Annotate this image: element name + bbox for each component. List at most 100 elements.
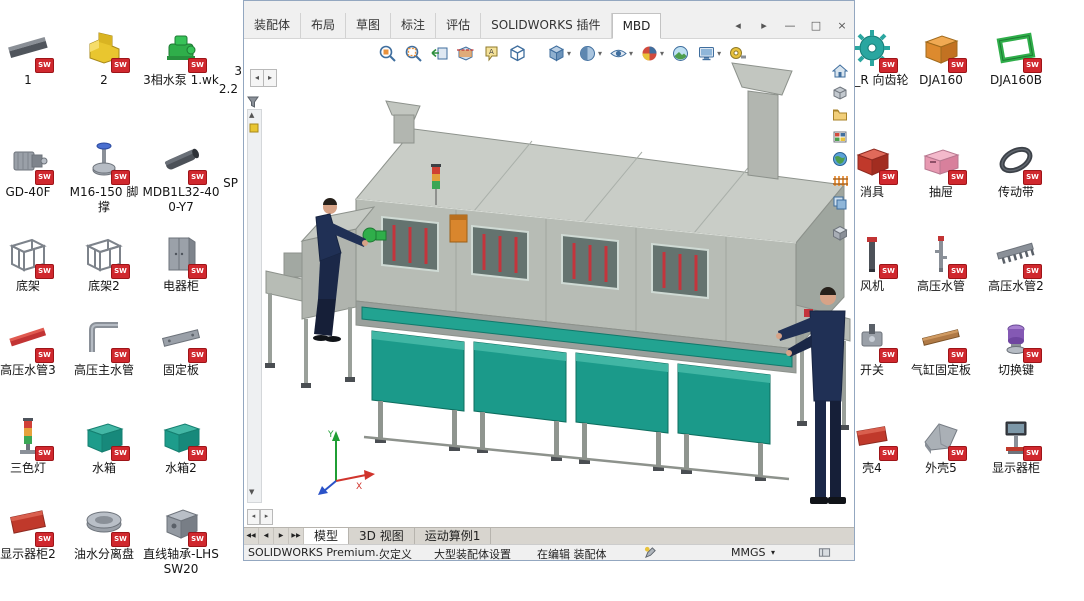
desktop-icon-M16-150 脚撑[interactable]: SWM16-150 脚撑 xyxy=(65,138,143,215)
view-cube-icon[interactable] xyxy=(832,225,848,241)
edit-appearance-button[interactable]: ▾ xyxy=(640,44,664,63)
desktop-icon-切换键[interactable]: SW切换键 xyxy=(977,316,1055,378)
status-units[interactable]: MMGS xyxy=(731,546,766,559)
desktop-icon-传动带[interactable]: SW传动带 xyxy=(977,138,1055,200)
nav-first-button[interactable]: ◀◀ xyxy=(244,528,259,544)
desktop-icon-3相水泵 1.wk[interactable]: SW3相水泵 1.wk xyxy=(142,26,220,88)
hide-show-items-button[interactable]: ▾ xyxy=(609,44,633,63)
tree-scroll-up-icon[interactable]: ▲ xyxy=(249,111,254,119)
restore-button[interactable]: □ xyxy=(809,19,823,32)
minimize-button[interactable]: — xyxy=(783,19,797,32)
vertical-pipe-icon: SW xyxy=(848,232,896,276)
desktop-icon-DJA160B[interactable]: SWDJA160B xyxy=(977,26,1055,88)
desktop-icon-底架2[interactable]: SW底架2 xyxy=(65,232,143,294)
tab-scroll-left-button[interactable]: ◂ xyxy=(731,19,745,32)
folder-icon[interactable] xyxy=(832,107,848,123)
desktop-icon-高压水管2[interactable]: SW高压水管2 xyxy=(977,232,1055,294)
zoom-to-area-button[interactable] xyxy=(404,44,423,63)
sheet-tab-3D 视图[interactable]: 3D 视图 xyxy=(349,528,415,544)
section-view-button[interactable] xyxy=(456,44,475,63)
pane-expand-right-icon[interactable]: ▸ xyxy=(263,69,277,87)
tab-MBD[interactable]: MBD xyxy=(612,13,662,39)
feature-tree-strip[interactable] xyxy=(247,109,262,503)
tab-布局[interactable]: 布局 xyxy=(301,13,346,38)
solidworks-badge: SW xyxy=(948,264,967,279)
machine-model xyxy=(265,63,850,481)
belt-loop-icon: SW xyxy=(992,138,1040,182)
zoom-to-fit-button[interactable] xyxy=(378,44,397,63)
nav-prev-button[interactable]: ◀ xyxy=(259,528,274,544)
view-orientation-button[interactable]: ▾ xyxy=(547,44,571,63)
gray-motor-icon: SW xyxy=(4,138,52,182)
nav-last-button[interactable]: ▶▶ xyxy=(289,528,304,544)
desktop-icon-显示器柜[interactable]: SW显示器柜 xyxy=(977,414,1055,476)
scene-globe-icon[interactable] xyxy=(832,151,848,167)
orange-box-icon: SW xyxy=(917,26,965,70)
desktop-icon-label: 固定板 xyxy=(142,363,220,378)
desktop-icon-水箱2[interactable]: SW水箱2 xyxy=(142,414,220,476)
sheet-tab-模型[interactable]: 模型 xyxy=(304,528,349,544)
selection-filter-icon[interactable] xyxy=(246,95,260,109)
display-pane-icon[interactable] xyxy=(818,546,832,559)
solidworks-badge: SW xyxy=(188,264,207,279)
desktop-icon-固定板[interactable]: SW固定板 xyxy=(142,316,220,378)
annotation-views-button[interactable]: A xyxy=(482,44,501,63)
units-dropdown-caret-icon[interactable]: ▾ xyxy=(771,548,775,557)
favorites-tag-icon[interactable] xyxy=(249,123,259,133)
solidworks-window: 装配体布局草图标注评估SOLIDWORKS 插件MBD ◂▸—□× xyxy=(243,0,855,561)
desktop-icon-外壳5[interactable]: SW外壳5 xyxy=(902,414,980,476)
desktop-icon-label: 显示器柜2 xyxy=(0,547,67,562)
tree-scroll-down-icon[interactable]: ▼ xyxy=(249,488,254,496)
tab-评估[interactable]: 评估 xyxy=(436,13,481,38)
tab-草图[interactable]: 草图 xyxy=(346,13,391,38)
tab-标注[interactable]: 标注 xyxy=(391,13,436,38)
close-button[interactable]: × xyxy=(835,19,849,32)
fence-icon[interactable] xyxy=(832,173,848,189)
desktop-icon-label: 1 xyxy=(0,73,67,88)
tape-measure-button[interactable] xyxy=(728,44,747,63)
nav-next-button[interactable]: ▶ xyxy=(274,528,289,544)
appearances-palette-icon[interactable] xyxy=(832,129,848,145)
desktop-icon-1[interactable]: SW1 xyxy=(0,26,67,88)
graphics-area[interactable]: Y X A▾▾▾▾▾ ◂▸▲▼◂▸ xyxy=(244,39,854,527)
display-style-button[interactable]: ▾ xyxy=(578,44,602,63)
desktop-icon-底架[interactable]: SW底架 xyxy=(0,232,67,294)
view-nav-right-icon[interactable]: ▸ xyxy=(260,509,273,525)
desktop-icon-显示器柜2[interactable]: SW显示器柜2 xyxy=(0,500,67,562)
gray-cabinet-icon: SW xyxy=(157,232,205,276)
desktop-icon-油水分离盘[interactable]: SW油水分离盘 xyxy=(65,500,143,562)
view-nav-left-icon[interactable]: ◂ xyxy=(247,509,260,525)
home-icon[interactable] xyxy=(832,63,848,79)
3d-drawing-view-button[interactable] xyxy=(508,44,527,63)
tab-scroll-right-button[interactable]: ▸ xyxy=(757,19,771,32)
pane-expand-left-icon[interactable]: ◂ xyxy=(250,69,264,87)
desktop-icon-2[interactable]: SW2 xyxy=(65,26,143,88)
desktop-icon-电器柜[interactable]: SW电器柜 xyxy=(142,232,220,294)
sheet-tab-运动算例1[interactable]: 运动算例1 xyxy=(415,528,492,544)
desktop-icon-气缸固定板[interactable]: SW气缸固定板 xyxy=(902,316,980,378)
desktop-icon-直线轴承-LHSSW20[interactable]: SW直线轴承-LHSSW20 xyxy=(142,500,220,577)
rebuild-alert-icon[interactable] xyxy=(644,546,658,559)
desktop-icon-label: 抽屉 xyxy=(902,185,980,200)
desktop-icon-水箱[interactable]: SW水箱 xyxy=(65,414,143,476)
dropdown-caret-icon: ▾ xyxy=(598,50,602,58)
desktop-icon-高压主水管[interactable]: SW高压主水管 xyxy=(65,316,143,378)
tricolor-light-icon: SW xyxy=(4,414,52,458)
desktop-icon-DJA160[interactable]: SWDJA160 xyxy=(902,26,980,88)
dropdown-caret-icon: ▾ xyxy=(717,50,721,58)
desktop-icon-GD-40F[interactable]: SWGD-40F xyxy=(0,138,67,200)
tab-装配体[interactable]: 装配体 xyxy=(244,13,301,38)
desktop-icon-三色灯[interactable]: SW三色灯 xyxy=(0,414,67,476)
apply-scene-button[interactable] xyxy=(671,44,690,63)
previous-view-button[interactable] xyxy=(430,44,449,63)
tab-SOLIDWORKS 插件[interactable]: SOLIDWORKS 插件 xyxy=(481,13,611,38)
view-settings-button[interactable]: ▾ xyxy=(697,44,721,63)
desktop-icon-高压水管3[interactable]: SW高压水管3 xyxy=(0,316,67,378)
assembly-3d-view[interactable]: Y X xyxy=(244,39,854,527)
desktop-icon-抽屉[interactable]: SW抽屉 xyxy=(902,138,980,200)
solidworks-badge: SW xyxy=(188,58,207,73)
window-titlebar[interactable] xyxy=(244,1,854,13)
desktop-icon-高压水管[interactable]: SW高压水管 xyxy=(902,232,980,294)
view-prism-icon[interactable] xyxy=(832,85,848,101)
layers-icon[interactable] xyxy=(832,195,848,211)
